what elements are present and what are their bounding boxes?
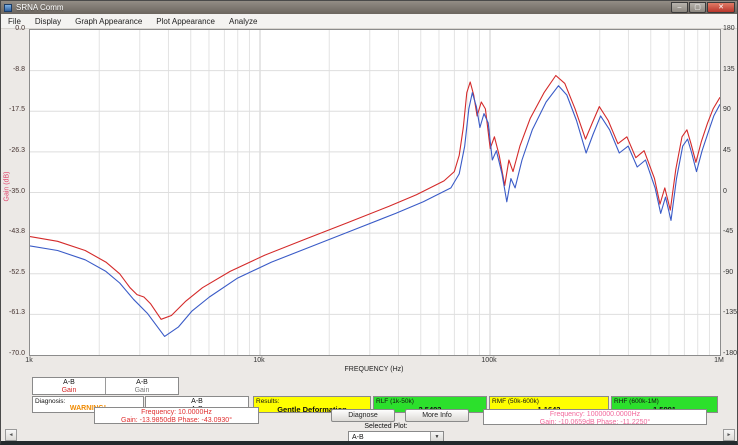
frequency-tick-label: 1M	[714, 357, 724, 364]
cursor-readout-right: Frequency: 1000000.0000Hz Gain: -10.0659…	[483, 409, 707, 425]
diagnostics-panel: A-B Gain A-B Gain Diagnosis: WARNING! A-…	[1, 373, 738, 442]
results-label: Results:	[256, 398, 368, 405]
phase-axis-ticks: 18013590450-45-90-135-180	[723, 29, 738, 354]
maximize-button-icon[interactable]: ▢	[689, 2, 706, 13]
menu-graph-appearance[interactable]: Graph Appearance	[68, 14, 149, 28]
gain-tick-label: -70.0	[9, 350, 25, 357]
frequency-tick-label: 1k	[25, 357, 32, 364]
rhf-label: RHF (600k-1M)	[614, 398, 715, 405]
cursor-readout-left: Frequency: 10.0000Hz Gain: -13.9850dB Ph…	[94, 407, 259, 424]
selected-plot-dropdown[interactable]: A-B ▼	[348, 431, 444, 444]
title-bar[interactable]: SRNA Comm – ▢ ✕	[1, 1, 737, 14]
trace-a-b-gain-red-trace-	[30, 76, 720, 320]
phase-tick-label: 180	[723, 25, 735, 32]
phase-tick-label: 45	[723, 147, 731, 154]
readout-frequency: Frequency: 10.0000Hz	[95, 409, 258, 417]
phase-tick-label: 90	[723, 106, 731, 113]
phase-tick-label: 0	[723, 188, 727, 195]
selected-plot-value: A-B	[349, 434, 430, 441]
frequency-axis-ticks: 1k10k100k1M	[29, 357, 719, 366]
close-button-icon[interactable]: ✕	[707, 2, 735, 13]
legend-trace-name: Gain	[106, 387, 178, 395]
legend-plot-name: A-B	[106, 379, 178, 387]
legend-box: A-B Gain A-B Gain	[32, 377, 179, 395]
gain-tick-label: -17.5	[9, 106, 25, 113]
diagnose-button[interactable]: Diagnose	[331, 409, 395, 422]
phase-tick-label: -90	[723, 269, 733, 276]
readout-gain-phase: Gain: -13.9850dB Phase: -43.0930°	[95, 417, 258, 424]
more-info-button[interactable]: More Info	[405, 409, 469, 422]
gain-tick-label: -35.0	[9, 188, 25, 195]
bode-plot-canvas[interactable]	[29, 29, 721, 356]
legend-trace-name: Gain	[33, 387, 105, 395]
gain-tick-label: -61.3	[9, 309, 25, 316]
gain-tick-label: -43.8	[9, 228, 25, 235]
rmf-label: RMF (50k-600k)	[492, 398, 606, 405]
selected-plot-label: Selected Plot:	[321, 423, 451, 430]
chevron-down-icon: ▼	[430, 432, 443, 443]
readout-frequency: Frequency: 1000000.0000Hz	[484, 411, 706, 419]
gain-tick-label: -52.5	[9, 269, 25, 276]
readout-gain-phase: Gain: -10.0659dB Phase: -11.2250°	[484, 419, 706, 426]
minimize-button-icon[interactable]: –	[671, 2, 688, 13]
gain-tick-label: 0.0	[15, 25, 25, 32]
legend-entry-blue: A-B Gain	[105, 378, 178, 394]
rlf-label: RLF (1k-50k)	[376, 398, 484, 405]
app-icon	[4, 4, 12, 12]
scroll-left-icon[interactable]: ◄	[5, 429, 17, 441]
plot-svg[interactable]	[30, 30, 720, 355]
app-window: SRNA Comm – ▢ ✕ File Display Graph Appea…	[0, 0, 738, 445]
gain-tick-label: -26.3	[9, 147, 25, 154]
window-title: SRNA Comm	[16, 3, 670, 12]
scroll-right-icon[interactable]: ►	[723, 429, 735, 441]
menu-bar: File Display Graph Appearance Plot Appea…	[1, 14, 737, 29]
frequency-tick-label: 10k	[253, 357, 264, 364]
menu-display[interactable]: Display	[28, 14, 68, 28]
menu-plot-appearance[interactable]: Plot Appearance	[149, 14, 222, 28]
phase-tick-label: -135	[723, 309, 737, 316]
phase-tick-label: -45	[723, 228, 733, 235]
legend-entry-red: A-B Gain	[33, 378, 105, 394]
plot-pair-line1: A-B	[146, 398, 248, 406]
frequency-tick-label: 100k	[481, 357, 496, 364]
legend-plot-name: A-B	[33, 379, 105, 387]
phase-tick-label: 135	[723, 66, 735, 73]
diagnosis-label: Diagnosis:	[35, 398, 141, 405]
frequency-axis-title: FREQUENCY (Hz)	[29, 366, 719, 373]
menu-analyze[interactable]: Analyze	[222, 14, 264, 28]
gain-axis-ticks: 0.0-8.8-17.5-26.3-35.0-43.8-52.5-61.3-70…	[1, 29, 27, 354]
trace-a-b-gain-blue-trace-	[30, 86, 720, 337]
gain-tick-label: -8.8	[13, 66, 25, 73]
phase-tick-label: -180	[723, 350, 737, 357]
